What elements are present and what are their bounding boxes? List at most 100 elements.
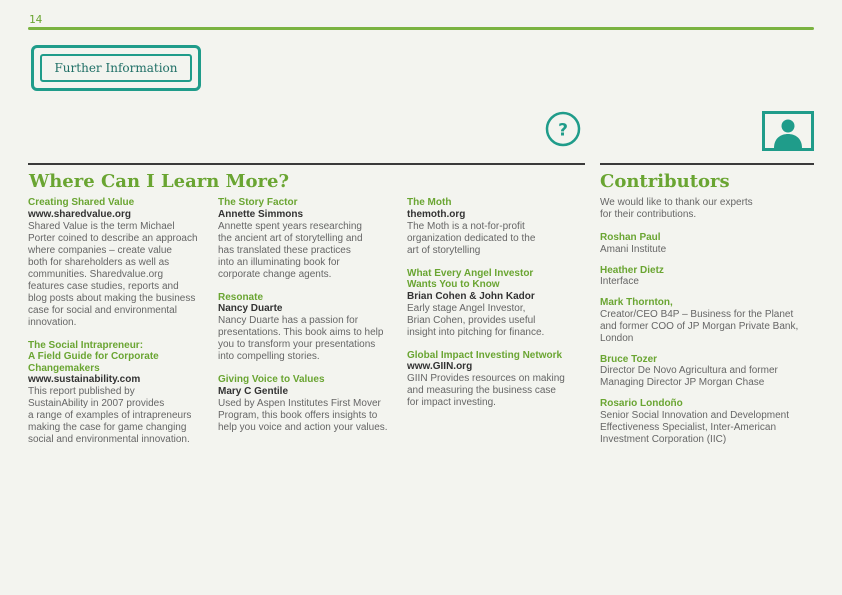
resources-column-3: The Moth themoth.org The Moth is a not-for… [407, 197, 587, 420]
text-line: help you voice and action your values. [218, 421, 388, 433]
text-line: Early stage Angel Investor, [407, 302, 526, 314]
contributor-entry: Mark Thornton, Creator/CEO B4P – Business… [600, 297, 814, 345]
resource-entry: The Social Intrapreneur: A Field Guide f… [28, 340, 213, 447]
learn-rule [28, 163, 585, 165]
resource-source: www.GIIN.org [407, 361, 473, 372]
text-line: Creator/CEO B4P – Business for the Plane… [600, 308, 794, 320]
contributor-name: Heather Dietz [600, 264, 664, 276]
resource-source: Brian Cohen & John Kador [407, 290, 535, 302]
text-line: communities. Sharedvalue.org [28, 268, 164, 280]
resource-heading: Global Impact Investing Network [407, 349, 563, 361]
text-line: London [600, 332, 634, 344]
resource-description: Shared Value is the term Michael Porter c… [28, 221, 213, 329]
resource-entry: Global Impact Investing Network www.GIIN.… [407, 350, 587, 410]
text-line: making the case for game changing [28, 422, 187, 433]
section-tab: Further Information [31, 45, 201, 91]
text-line: the ancient art of storytelling and [218, 232, 363, 244]
resource-heading: The Social Intrapreneur: A Field Guide f… [28, 339, 159, 374]
resource-heading: The Moth [407, 197, 452, 208]
resource-heading: Creating Shared Value [28, 197, 135, 208]
text-line: presentations. This book aims to help [218, 327, 384, 338]
resource-description: The Moth is a not-for-profit organization… [407, 221, 587, 257]
text-line: into compelling stories. [218, 351, 320, 362]
text-line: blog posts about making the business [28, 292, 196, 304]
text-line: SustainAbility in 2007 provides [28, 398, 165, 409]
text-line: Director De Novo Agricultura and former [600, 365, 778, 376]
text-line: has translated these practices [218, 244, 351, 256]
contributor-name: Mark Thornton, [600, 297, 673, 308]
contributors-rule [600, 163, 814, 165]
text-line: This report published by [28, 386, 135, 397]
contributor-role: Senior Social Innovation and Development… [600, 410, 814, 446]
text-line: into an illuminating book for [218, 256, 340, 268]
contributor-name: Bruce Tozer [600, 353, 658, 365]
contributors-list: We would like to thank our experts for th… [600, 197, 814, 455]
contributor-role: Amani Institute [600, 244, 814, 256]
text-line: for impact investing. [407, 397, 496, 408]
text-line: Investment Corporation (IIC) [600, 433, 727, 445]
text-line: Brian Cohen, provides useful [407, 314, 536, 326]
text-line: Program, this book offers insights to [218, 409, 378, 421]
contributors-title: Contributors [600, 171, 730, 192]
text-line: Effectiveness Specialist, Inter-American [600, 421, 777, 433]
resources-column-1: Creating Shared Value www.sharedvalue.org… [28, 197, 213, 457]
text-line: Nancy Duarte has a passion for [218, 315, 359, 326]
text-line: GIIN Provides resources on making [407, 373, 565, 384]
contributor-entry: Heather Dietz Interface [600, 265, 814, 289]
text-line: for their contributions. [600, 209, 697, 220]
resource-entry: Resonate Nancy Duarte Nancy Duarte has a p… [218, 292, 403, 364]
text-line: where companies – create value [28, 244, 172, 256]
text-line: corporate change agents. [218, 268, 332, 280]
person-icon [762, 111, 814, 151]
text-line: Managing Director JP Morgan Chase [600, 377, 765, 388]
text-line: Amani Institute [600, 243, 667, 255]
text-line: social and environmental innovation. [28, 434, 190, 445]
resource-description: This report published by SustainAbility i… [28, 386, 213, 446]
text-line: features case studies, reports and [28, 280, 179, 292]
contributor-role: Interface [600, 276, 814, 288]
resource-heading: The Story Factor [218, 197, 298, 208]
resource-source: www.sustainability.com [28, 374, 141, 385]
text-line: you to transform your presentations [218, 339, 376, 350]
text-line: Shared Value is the term Michael [28, 220, 175, 232]
resource-description: Used by Aspen Institutes First Mover Prog… [218, 398, 403, 434]
resource-source: Annette Simmons [218, 208, 304, 220]
top-rule [28, 27, 814, 30]
text-line: insight into pitching for finance. [407, 326, 545, 338]
text-line: innovation. [28, 316, 77, 328]
resource-heading: Resonate [218, 291, 264, 303]
resource-source: Nancy Duarte [218, 303, 283, 314]
resources-column-2: The Story Factor Annette Simmons Annette s… [218, 197, 403, 445]
text-line: and former COO of JP Morgan Private Bank… [600, 320, 799, 332]
contributor-entry: Rosario Londoño Senior Social Innovation … [600, 398, 814, 446]
text-line: Used by Aspen Institutes First Mover [218, 397, 381, 409]
text-line: art of storytelling [407, 244, 481, 256]
text-line: organization dedicated to the [407, 232, 536, 244]
text-line: Annette spent years researching [218, 220, 362, 232]
contributors-intro: We would like to thank our experts for th… [600, 197, 814, 221]
text-line: Interface [600, 276, 639, 287]
resource-description: Early stage Angel Investor, Brian Cohen, … [407, 303, 587, 339]
resource-heading: What Every Angel Investor Wants You to K… [407, 267, 534, 291]
resource-description: GIIN Provides resources on making and mea… [407, 373, 587, 409]
contributor-role: Creator/CEO B4P – Business for the Plane… [600, 309, 814, 345]
contributor-entry: Bruce Tozer Director De Novo Agricultura … [600, 354, 814, 390]
resource-entry: Creating Shared Value www.sharedvalue.org… [28, 197, 213, 329]
svg-text:?: ? [558, 121, 568, 141]
text-line: and measuring the business case [407, 385, 556, 396]
text-line: Senior Social Innovation and Development [600, 409, 790, 421]
text-line: case for social and environmental [28, 304, 177, 316]
resource-entry: What Every Angel Investor Wants You to K… [407, 268, 587, 339]
text-line: The Moth is a not-for-profit [407, 220, 525, 232]
text-line: a range of examples of intrapreneurs [28, 410, 192, 421]
learn-more-title: Where Can I Learn More? [29, 171, 290, 192]
resource-source: www.sharedvalue.org [28, 208, 131, 220]
contributor-entry: Roshan Paul Amani Institute [600, 232, 814, 256]
resource-source: themoth.org [407, 208, 466, 220]
resource-description: Nancy Duarte has a passion for presentati… [218, 315, 403, 363]
resource-description: Annette spent years researching the ancie… [218, 221, 403, 281]
resource-heading: Giving Voice to Values [218, 374, 325, 385]
page-number: 14 [29, 13, 43, 26]
text-line: both for shareholders as well as [28, 256, 170, 268]
resource-entry: Giving Voice to Values Mary C Gentile Used… [218, 374, 403, 434]
